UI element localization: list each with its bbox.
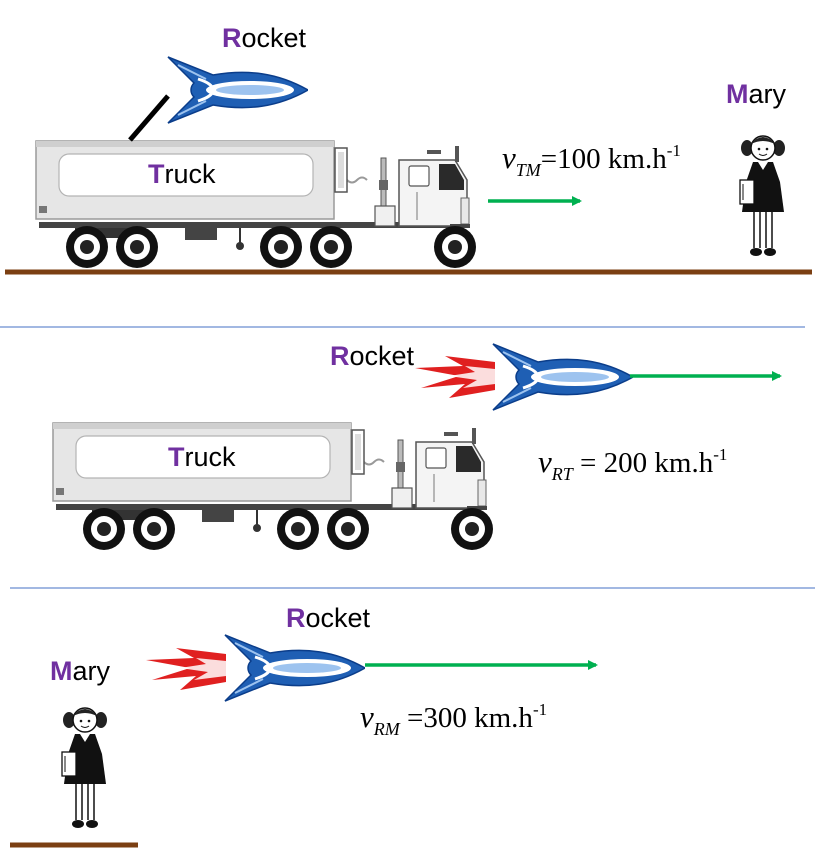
truck-image xyxy=(35,140,477,269)
rocket-label: Rocket xyxy=(286,603,371,633)
rocket-image xyxy=(166,55,308,125)
panel-2: Rocket Truck vRT = 200 km.h-1 xyxy=(52,341,782,551)
rocket-label: Rocket xyxy=(330,341,415,371)
truck-image xyxy=(52,422,494,551)
mary-label: Mary xyxy=(50,656,111,686)
relative-velocity-diagram: Rocket Truck vTM=100 km.h-1 Mary Rocket … xyxy=(0,23,815,848)
velocity-equation: vRT = 200 km.h-1 xyxy=(538,444,727,484)
velocity-equation: vTM=100 km.h-1 xyxy=(502,140,681,180)
rocket-image xyxy=(223,633,365,703)
mary-label: Mary xyxy=(726,79,787,109)
rocket-label: Rocket xyxy=(222,23,307,53)
rocket-mount-pole xyxy=(128,94,170,142)
mary-figure xyxy=(61,707,108,829)
velocity-equation: vRM =300 km.h-1 xyxy=(360,699,547,739)
panel-1: Rocket Truck vTM=100 km.h-1 Mary xyxy=(5,23,812,275)
panel-3: Rocket vRM =300 km.h-1 Mary xyxy=(10,603,598,848)
mary-figure xyxy=(739,135,786,257)
truck-label: Truck xyxy=(168,442,236,472)
truck-label: Truck xyxy=(148,159,216,189)
flame-image xyxy=(146,648,226,690)
rocket-image xyxy=(491,342,633,412)
flame-image xyxy=(415,356,495,398)
